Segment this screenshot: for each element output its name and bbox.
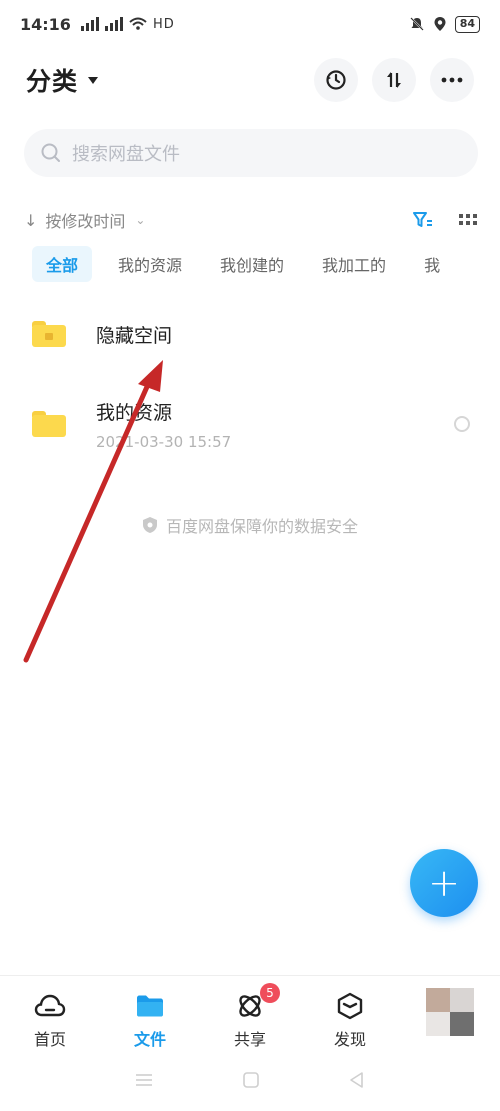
header: 分类 [0,52,500,108]
tab-all[interactable]: 全部 [32,246,93,282]
history-icon [326,70,346,90]
locked-folder-icon [32,321,66,347]
battery-indicator: 84 [454,15,480,33]
tab-more[interactable]: 我 [412,246,452,282]
nav-profile[interactable] [400,976,500,1055]
nav-discover[interactable]: 发现 [300,976,400,1055]
sort-arrow-icon: ↓ [24,210,38,230]
menu-icon[interactable] [134,1072,154,1088]
nav-share[interactable]: 5 共享 [200,976,300,1055]
transfer-arrows-icon [387,72,401,88]
file-name: 我的资源 [96,401,173,424]
system-nav-bar [0,1060,500,1100]
nav-files[interactable]: 文件 [100,976,200,1055]
wifi-icon [129,17,147,30]
tab-created-by-me[interactable]: 我创建的 [208,246,296,282]
history-button[interactable] [314,58,358,102]
nav-label: 共享 [233,1030,266,1049]
nav-home[interactable]: 首页 [0,976,100,1055]
caret-down-icon [88,76,99,84]
shield-icon [142,517,157,533]
search-input[interactable]: 搜索网盘文件 [24,129,478,177]
bottom-nav: 首页 文件 5 共享 发现 [0,975,500,1055]
nav-label: 首页 [33,1030,66,1049]
status-time: 14:16 [20,14,71,34]
more-button[interactable] [430,58,474,102]
add-button[interactable]: + [410,849,478,917]
cube-discover-icon [337,992,363,1020]
plus-icon: + [428,861,460,905]
nav-label: 发现 [333,1030,366,1049]
status-bar: 14:16 HD 84 [0,0,500,48]
list-item-my-resources[interactable]: 我的资源 2021-03-30 15:57 [0,396,500,452]
chevron-down-icon[interactable]: ⌄ [135,213,145,227]
folder-icon [32,411,66,437]
folder-icon [137,995,163,1017]
file-date: 2021-03-30 15:57 [96,432,232,451]
search-icon [41,143,60,162]
location-icon [434,17,446,31]
grid-view-icon[interactable] [458,212,478,228]
tab-my-resources[interactable]: 我的资源 [106,246,194,282]
tab-processed-by-me[interactable]: 我加工的 [310,246,398,282]
signal-icon [80,17,99,31]
page-title: 分类 [26,67,79,96]
avatar [426,988,474,1036]
safety-notice: 百度网盘保障你的数据安全 [0,513,500,537]
cloud-home-icon [34,994,66,1017]
home-square-icon[interactable] [242,1071,260,1089]
more-dots-icon [441,77,463,83]
file-name: 隐藏空间 [96,324,173,347]
select-checkbox[interactable] [454,416,470,432]
sort-label[interactable]: 按修改时间 [45,208,125,232]
mute-bell-icon [409,17,424,31]
category-dropdown[interactable]: 分类 [26,62,99,98]
nav-label: 文件 [133,1030,166,1049]
signal-icon [104,17,123,31]
filter-icon[interactable] [412,210,434,230]
safety-text: 百度网盘保障你的数据安全 [165,517,358,536]
network-type: HD [152,16,175,32]
notification-badge: 5 [260,983,280,1003]
search-placeholder: 搜索网盘文件 [72,144,180,165]
transfer-button[interactable] [372,58,416,102]
network-indicators: HD [80,16,175,32]
list-item-hidden-space[interactable]: 隐藏空间 [0,316,500,352]
category-tabs: 全部 我的资源 我创建的 我加工的 我 [32,246,500,282]
back-triangle-icon[interactable] [348,1071,366,1089]
sort-row: ↓ 按修改时间 ⌄ [24,204,478,236]
